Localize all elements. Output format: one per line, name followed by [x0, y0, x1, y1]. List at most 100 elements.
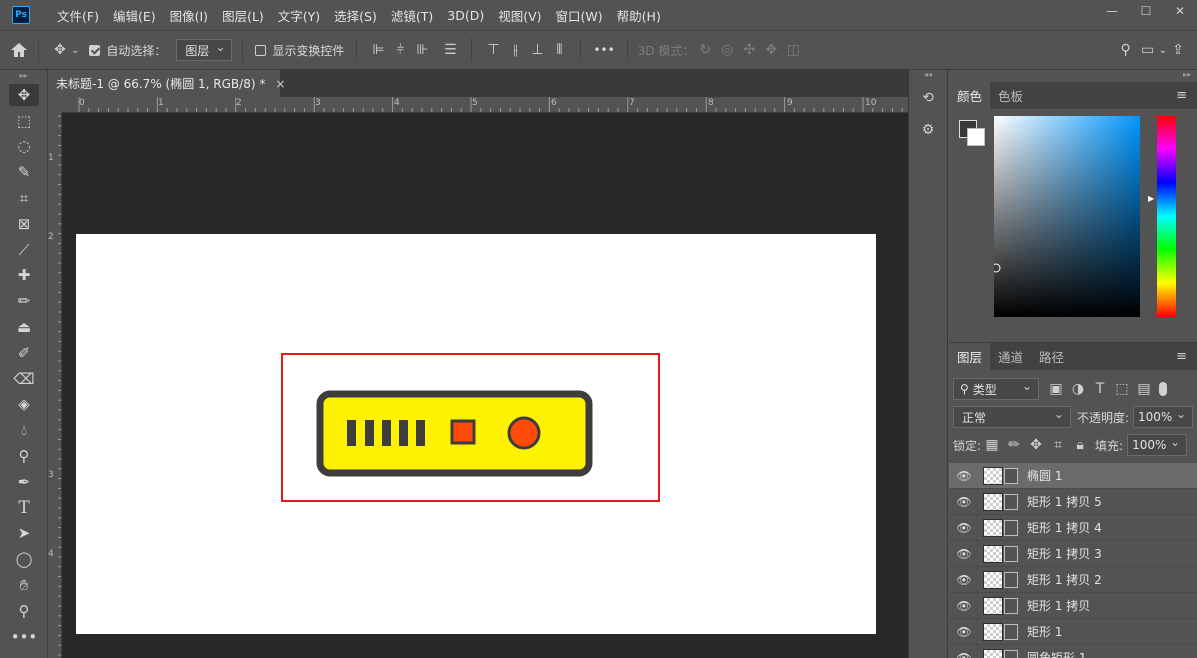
more-tools[interactable]: •••: [0, 624, 48, 650]
stamp-tool[interactable]: ⏏: [0, 314, 48, 340]
menu-window[interactable]: 窗口(W): [549, 6, 610, 25]
maximize-button[interactable]: ☐: [1129, 0, 1163, 22]
menu-edit[interactable]: 编辑(E): [106, 6, 163, 25]
filter-pixel-icon[interactable]: ▣: [1045, 378, 1067, 400]
3d-pan-icon[interactable]: ✣: [738, 39, 760, 61]
minimize-button[interactable]: —: [1095, 0, 1129, 22]
history-brush-tool[interactable]: ✐: [0, 340, 48, 366]
ruler-origin[interactable]: [48, 97, 62, 113]
color-picker-field[interactable]: [991, 116, 1140, 317]
tab-color[interactable]: 颜色: [949, 82, 991, 109]
dodge-tool[interactable]: ⚲: [0, 443, 48, 469]
layer-name[interactable]: 矩形 1 拷贝: [1027, 597, 1090, 614]
marquee-tool[interactable]: ⬚: [0, 108, 48, 134]
auto-select-target-dropdown[interactable]: 图层: [176, 39, 233, 61]
lock-artboard-icon[interactable]: ⌗: [1047, 434, 1069, 456]
align-middle-icon[interactable]: ⫲: [504, 39, 526, 61]
layer-thumbnail[interactable]: [983, 466, 1003, 485]
layer-row[interactable]: 👁︎ 矩形 1 拷贝 4: [949, 515, 1197, 541]
menu-3d[interactable]: 3D(D): [440, 8, 491, 23]
menu-type[interactable]: 文字(Y): [271, 6, 327, 25]
tab-swatches[interactable]: 色板: [990, 82, 1031, 109]
document-tab[interactable]: 未标题-1 @ 66.7% (椭圆 1, RGB/8) * ×: [48, 70, 285, 97]
eye-icon[interactable]: 👁︎: [949, 599, 979, 613]
blur-tool[interactable]: 💧︎: [0, 417, 48, 443]
menu-view[interactable]: 视图(V): [491, 6, 548, 25]
3d-camera-icon[interactable]: ◫: [782, 39, 804, 61]
opacity-input[interactable]: 100%: [1133, 406, 1193, 428]
pen-tool[interactable]: ✒: [0, 469, 48, 495]
filter-adjustment-icon[interactable]: ◑: [1067, 378, 1089, 400]
ellipse-tool[interactable]: ◯: [0, 546, 48, 572]
chevron-down-icon[interactable]: ⌄: [1159, 45, 1167, 56]
path-select-tool[interactable]: ➤: [0, 521, 48, 547]
frame-tool[interactable]: ⊠: [0, 211, 48, 237]
move-tool[interactable]: ✥: [0, 82, 48, 108]
zoom-tool[interactable]: ⚲: [0, 598, 48, 624]
layer-name[interactable]: 矩形 1 拷贝 5: [1027, 493, 1102, 510]
eye-icon[interactable]: 👁︎: [949, 521, 979, 535]
layer-row[interactable]: 👁︎ 矩形 1 拷贝: [949, 593, 1197, 619]
layer-name[interactable]: 椭圆 1: [1027, 467, 1062, 484]
lasso-tool[interactable]: ◌: [0, 134, 48, 160]
layer-filter-dropdown[interactable]: ⚲ 类型: [953, 378, 1039, 400]
distribute-icon[interactable]: ☰: [439, 39, 461, 61]
properties-panel-button[interactable]: ⚙: [909, 114, 947, 146]
ruler-horizontal[interactable]: 0 1 2 3 4 5 6 7 8 9 10: [62, 97, 908, 113]
background-color-swatch[interactable]: [967, 128, 985, 146]
paint-bucket-tool[interactable]: ◈: [0, 392, 48, 418]
lock-pixels-icon[interactable]: ✏: [1003, 434, 1025, 456]
layer-thumbnail[interactable]: [983, 492, 1003, 511]
fill-input[interactable]: 100%: [1127, 434, 1188, 456]
hue-slider-handle-icon[interactable]: ▶: [1148, 194, 1154, 203]
layer-thumbnail[interactable]: [983, 596, 1003, 615]
layer-row[interactable]: 👁︎ 圆角矩形 1: [949, 645, 1197, 658]
healing-tool[interactable]: ✚: [0, 263, 48, 289]
tab-layers[interactable]: 图层: [949, 343, 991, 370]
layer-name[interactable]: 圆角矩形 1: [1027, 649, 1086, 658]
menu-select[interactable]: 选择(S): [327, 6, 384, 25]
layer-thumbnail[interactable]: [983, 518, 1003, 537]
circle-indicator[interactable]: [507, 416, 541, 450]
square-indicator[interactable]: [450, 419, 476, 445]
layer-row[interactable]: 👁︎ 矩形 1 拷贝 3: [949, 541, 1197, 567]
layer-row[interactable]: 👁︎ 矩形 1 拷贝 2: [949, 567, 1197, 593]
more-options-button[interactable]: •••: [587, 31, 620, 69]
eye-icon[interactable]: 👁︎: [949, 495, 979, 509]
eraser-tool[interactable]: ⌫: [0, 366, 48, 392]
menu-file[interactable]: 文件(F): [50, 6, 106, 25]
lock-position-icon[interactable]: ✥: [1025, 434, 1047, 456]
layer-name[interactable]: 矩形 1 拷贝 2: [1027, 571, 1102, 588]
layer-row[interactable]: 👁︎ 矩形 1: [949, 619, 1197, 645]
hue-slider[interactable]: [1157, 116, 1176, 317]
layer-name[interactable]: 矩形 1: [1027, 623, 1062, 640]
eye-icon[interactable]: 👁︎: [949, 547, 979, 561]
layer-thumbnail[interactable]: [983, 544, 1003, 563]
lock-all-icon[interactable]: 🔒︎: [1069, 434, 1091, 456]
share-icon[interactable]: ⇪: [1167, 39, 1189, 61]
bar-rect[interactable]: [347, 420, 356, 446]
menu-help[interactable]: 帮助(H): [610, 6, 668, 25]
brush-tool[interactable]: ✏: [0, 288, 48, 314]
type-tool[interactable]: T: [0, 495, 48, 521]
layer-name[interactable]: 矩形 1 拷贝 3: [1027, 545, 1102, 562]
close-window-button[interactable]: ✕: [1163, 0, 1197, 22]
auto-select-checkbox[interactable]: 自动选择：: [83, 31, 172, 69]
layer-thumbnail[interactable]: [983, 570, 1003, 589]
canvas[interactable]: [76, 234, 876, 634]
lock-transparent-icon[interactable]: ▦: [981, 434, 1003, 456]
workspace-icon[interactable]: ▭: [1137, 39, 1159, 61]
align-top-icon[interactable]: ⊤: [482, 39, 504, 61]
3d-roll-icon[interactable]: ◎: [716, 39, 738, 61]
menu-image[interactable]: 图像(I): [163, 6, 215, 25]
bar-rect[interactable]: [382, 420, 391, 446]
collapse-icon[interactable]: ▸▸: [0, 70, 47, 82]
filter-toggle[interactable]: [1159, 382, 1167, 396]
close-tab-icon[interactable]: ×: [275, 77, 285, 91]
bar-rect[interactable]: [416, 420, 425, 446]
eyedropper-tool[interactable]: ⟋: [0, 237, 48, 263]
bar-rect[interactable]: [365, 420, 374, 446]
menu-filter[interactable]: 滤镜(T): [384, 6, 440, 25]
crop-tool[interactable]: ⌗: [0, 185, 48, 211]
blend-mode-dropdown[interactable]: 正常: [953, 406, 1071, 428]
